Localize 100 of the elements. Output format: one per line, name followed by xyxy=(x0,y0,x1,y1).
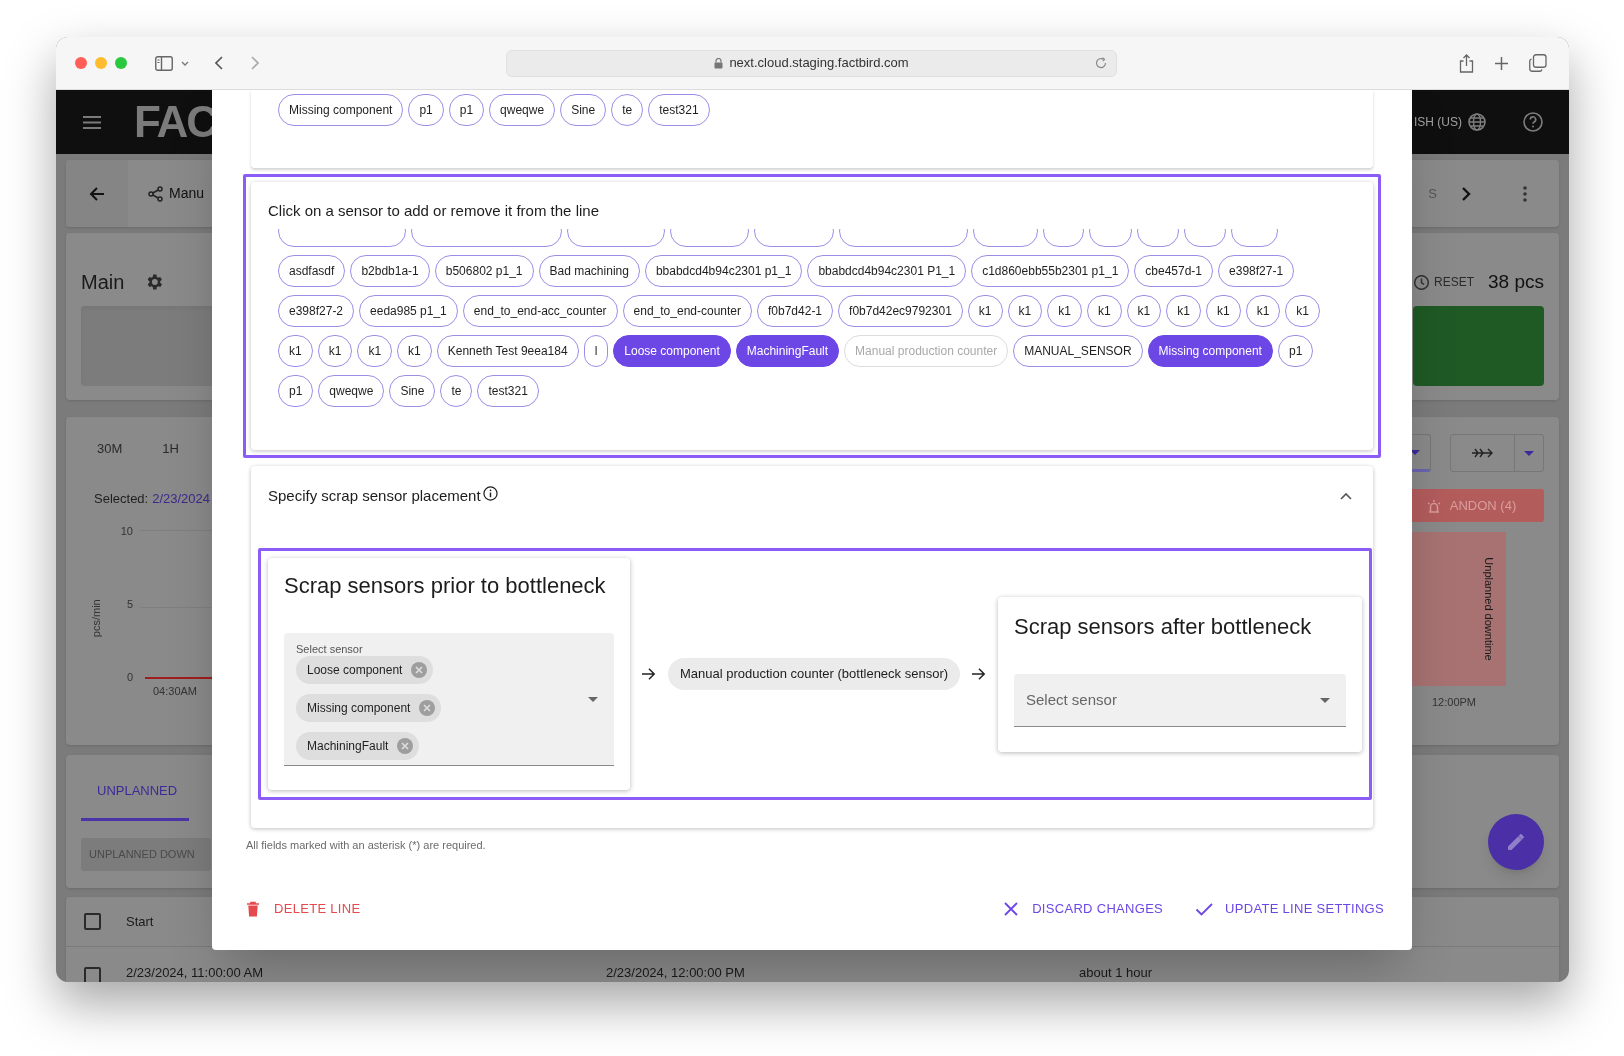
new-tab-icon[interactable] xyxy=(1494,55,1509,71)
sensor-chip[interactable]: e398f27-1 xyxy=(1218,255,1295,287)
menu-icon[interactable] xyxy=(83,115,101,129)
sensor-chip[interactable]: k1 xyxy=(1007,295,1043,327)
sensor-chip[interactable]: eeda985 p1_1 xyxy=(359,295,458,327)
piece-count: 38 pcs xyxy=(1488,269,1544,294)
info-icon[interactable] xyxy=(482,485,498,501)
selected-sensor-chip[interactable]: Loose component xyxy=(296,656,434,684)
sensor-chip[interactable]: Kenneth Test 9eea184 xyxy=(436,335,579,367)
sensor-chip[interactable]: te xyxy=(611,94,644,126)
sensor-chip[interactable]: p1 xyxy=(278,375,314,407)
sensor-chip[interactable]: k1 xyxy=(967,295,1003,327)
sensor-chip[interactable]: b2bdb1a-1 xyxy=(350,255,430,287)
dropdown-button[interactable] xyxy=(1450,434,1544,472)
breadcrumb-text[interactable]: Manu xyxy=(169,183,205,204)
sensor-chip[interactable]: Bad machining xyxy=(538,255,640,287)
more-icon[interactable] xyxy=(1523,185,1527,202)
sensor-chip[interactable]: Loose component xyxy=(613,335,731,367)
sidebar-icon[interactable] xyxy=(155,55,173,71)
share-icon[interactable] xyxy=(1459,53,1474,73)
sensor-chip[interactable]: k1 xyxy=(317,335,353,367)
sensor-chip[interactable]: cbe457d-1 xyxy=(1134,255,1214,287)
selected-label: Selected: xyxy=(94,489,149,508)
globe-icon[interactable] xyxy=(1468,113,1486,131)
sensor-chip[interactable]: l xyxy=(583,335,609,367)
chevron-right-icon[interactable] xyxy=(1461,185,1471,202)
selected-sensor-chip[interactable]: Missing component xyxy=(296,694,442,722)
sensor-chip[interactable]: c1d860ebb55b2301 p1_1 xyxy=(971,255,1130,287)
table-cell-text: 2/23/2024, 12:00:00 PM xyxy=(606,965,746,981)
sensor-chip[interactable]: bbabdcd4b94c2301 p1_1 xyxy=(644,255,803,287)
table-cell-text: about 1 hour xyxy=(1079,965,1153,981)
sensor-chip[interactable]: end_to_end-acc_counter xyxy=(462,295,618,327)
sensor-chip[interactable]: te xyxy=(440,375,473,407)
checkbox[interactable] xyxy=(84,913,101,930)
sensor-chip[interactable]: p1 xyxy=(448,94,485,126)
remove-icon[interactable] xyxy=(410,661,429,679)
placement-header[interactable]: Specify scrap sensor placement xyxy=(251,466,1373,526)
maximize-window-button[interactable] xyxy=(115,57,127,69)
dropdown-caret-icon[interactable] xyxy=(1320,697,1330,703)
delete-button[interactable]: DELETE LINE xyxy=(240,891,365,927)
sensor-chip[interactable]: e398f27-2 xyxy=(278,295,355,327)
sensor-chip[interactable]: end_to_end-counter xyxy=(622,295,752,327)
back-icon[interactable] xyxy=(215,56,223,70)
close-window-button[interactable] xyxy=(75,57,87,69)
language-selector[interactable]: ISH (US) xyxy=(1414,113,1462,131)
update-button[interactable]: UPDATE LINE SETTINGS xyxy=(1191,891,1388,927)
sensor-chip[interactable]: k1 xyxy=(1047,295,1082,327)
sensor-chip[interactable]: k1 xyxy=(1166,295,1201,327)
sensor-chip[interactable]: k1 xyxy=(1086,295,1122,327)
sensor-select[interactable]: Select sensor Loose component Missing component MachiningFault xyxy=(284,633,614,766)
address-bar[interactable]: next.cloud.staging.factbird.com xyxy=(506,49,1117,77)
sensor-chip[interactable]: Missing component xyxy=(278,94,404,126)
arrow-right-icon xyxy=(642,667,656,681)
axis-tick-label: 0 xyxy=(126,669,133,685)
minimize-window-button[interactable] xyxy=(95,57,107,69)
dropdown-caret-icon[interactable] xyxy=(588,696,598,702)
sensor-chip[interactable]: k1 xyxy=(278,335,313,367)
discard-button[interactable]: DISCARD CHANGES xyxy=(998,891,1168,927)
forward-icon[interactable] xyxy=(251,56,259,70)
selected-sensor-chip[interactable]: MachiningFault xyxy=(296,732,420,760)
help-icon[interactable] xyxy=(1523,112,1543,132)
sensor-chip[interactable]: asdfasdf xyxy=(278,255,346,287)
range-button[interactable]: 1H xyxy=(162,439,179,459)
sensor-chip[interactable]: k1 xyxy=(397,335,432,367)
sensor-chip[interactable]: bbabdcd4b94c2301 P1_1 xyxy=(807,255,967,287)
sensor-chip[interactable]: MachiningFault xyxy=(735,335,840,367)
sensor-chip[interactable]: Sine xyxy=(389,375,436,407)
reset-button[interactable]: RESET xyxy=(1434,273,1474,291)
sensor-chip[interactable]: test321 xyxy=(648,94,710,126)
siren-icon xyxy=(1425,498,1442,513)
edit-button[interactable] xyxy=(1488,814,1544,870)
sensor-chip[interactable]: k1 xyxy=(1205,295,1241,327)
sensor-chip[interactable]: qweqwe xyxy=(489,94,556,126)
sensor-chip[interactable]: b506802 p1_1 xyxy=(434,255,534,287)
arrow-icon xyxy=(1470,447,1495,459)
trash-icon xyxy=(244,900,262,918)
sensor-chip[interactable]: f0b7d42-1 xyxy=(757,295,834,327)
tabs-overview-icon[interactable] xyxy=(1529,54,1547,72)
range-button[interactable]: 30M xyxy=(97,439,123,459)
reload-icon[interactable] xyxy=(1095,57,1107,69)
sensor-chip[interactable]: Sine xyxy=(560,94,607,126)
sensor-chip[interactable]: Missing component xyxy=(1147,335,1273,367)
line-title: Main xyxy=(81,270,125,295)
sensor-chip[interactable]: k1 xyxy=(357,335,393,367)
sensor-chip[interactable]: p1 xyxy=(1277,335,1314,367)
url-text: next.cloud.staging.factbird.com xyxy=(729,54,909,73)
checkbox[interactable] xyxy=(84,967,101,982)
sensor-chip[interactable]: qweqwe xyxy=(318,375,385,407)
chevron-down-icon[interactable] xyxy=(181,60,189,66)
chevron-up-icon[interactable] xyxy=(1340,492,1352,500)
sensor-chip[interactable]: k1 xyxy=(1245,295,1281,327)
sensor-chip[interactable]: p1 xyxy=(408,94,444,126)
sensor-select[interactable]: Select sensor xyxy=(1014,673,1346,727)
sensor-chip[interactable]: k1 xyxy=(1285,295,1320,327)
sensor-chip[interactable]: MANUAL_SENSOR xyxy=(1013,335,1143,367)
remove-icon[interactable] xyxy=(396,737,415,755)
sensor-chip[interactable]: k1 xyxy=(1126,295,1162,327)
sensor-chip[interactable]: f0b7d42ec9792301 xyxy=(838,295,963,327)
remove-icon[interactable] xyxy=(418,699,437,717)
sensor-chip[interactable]: test321 xyxy=(477,375,539,407)
